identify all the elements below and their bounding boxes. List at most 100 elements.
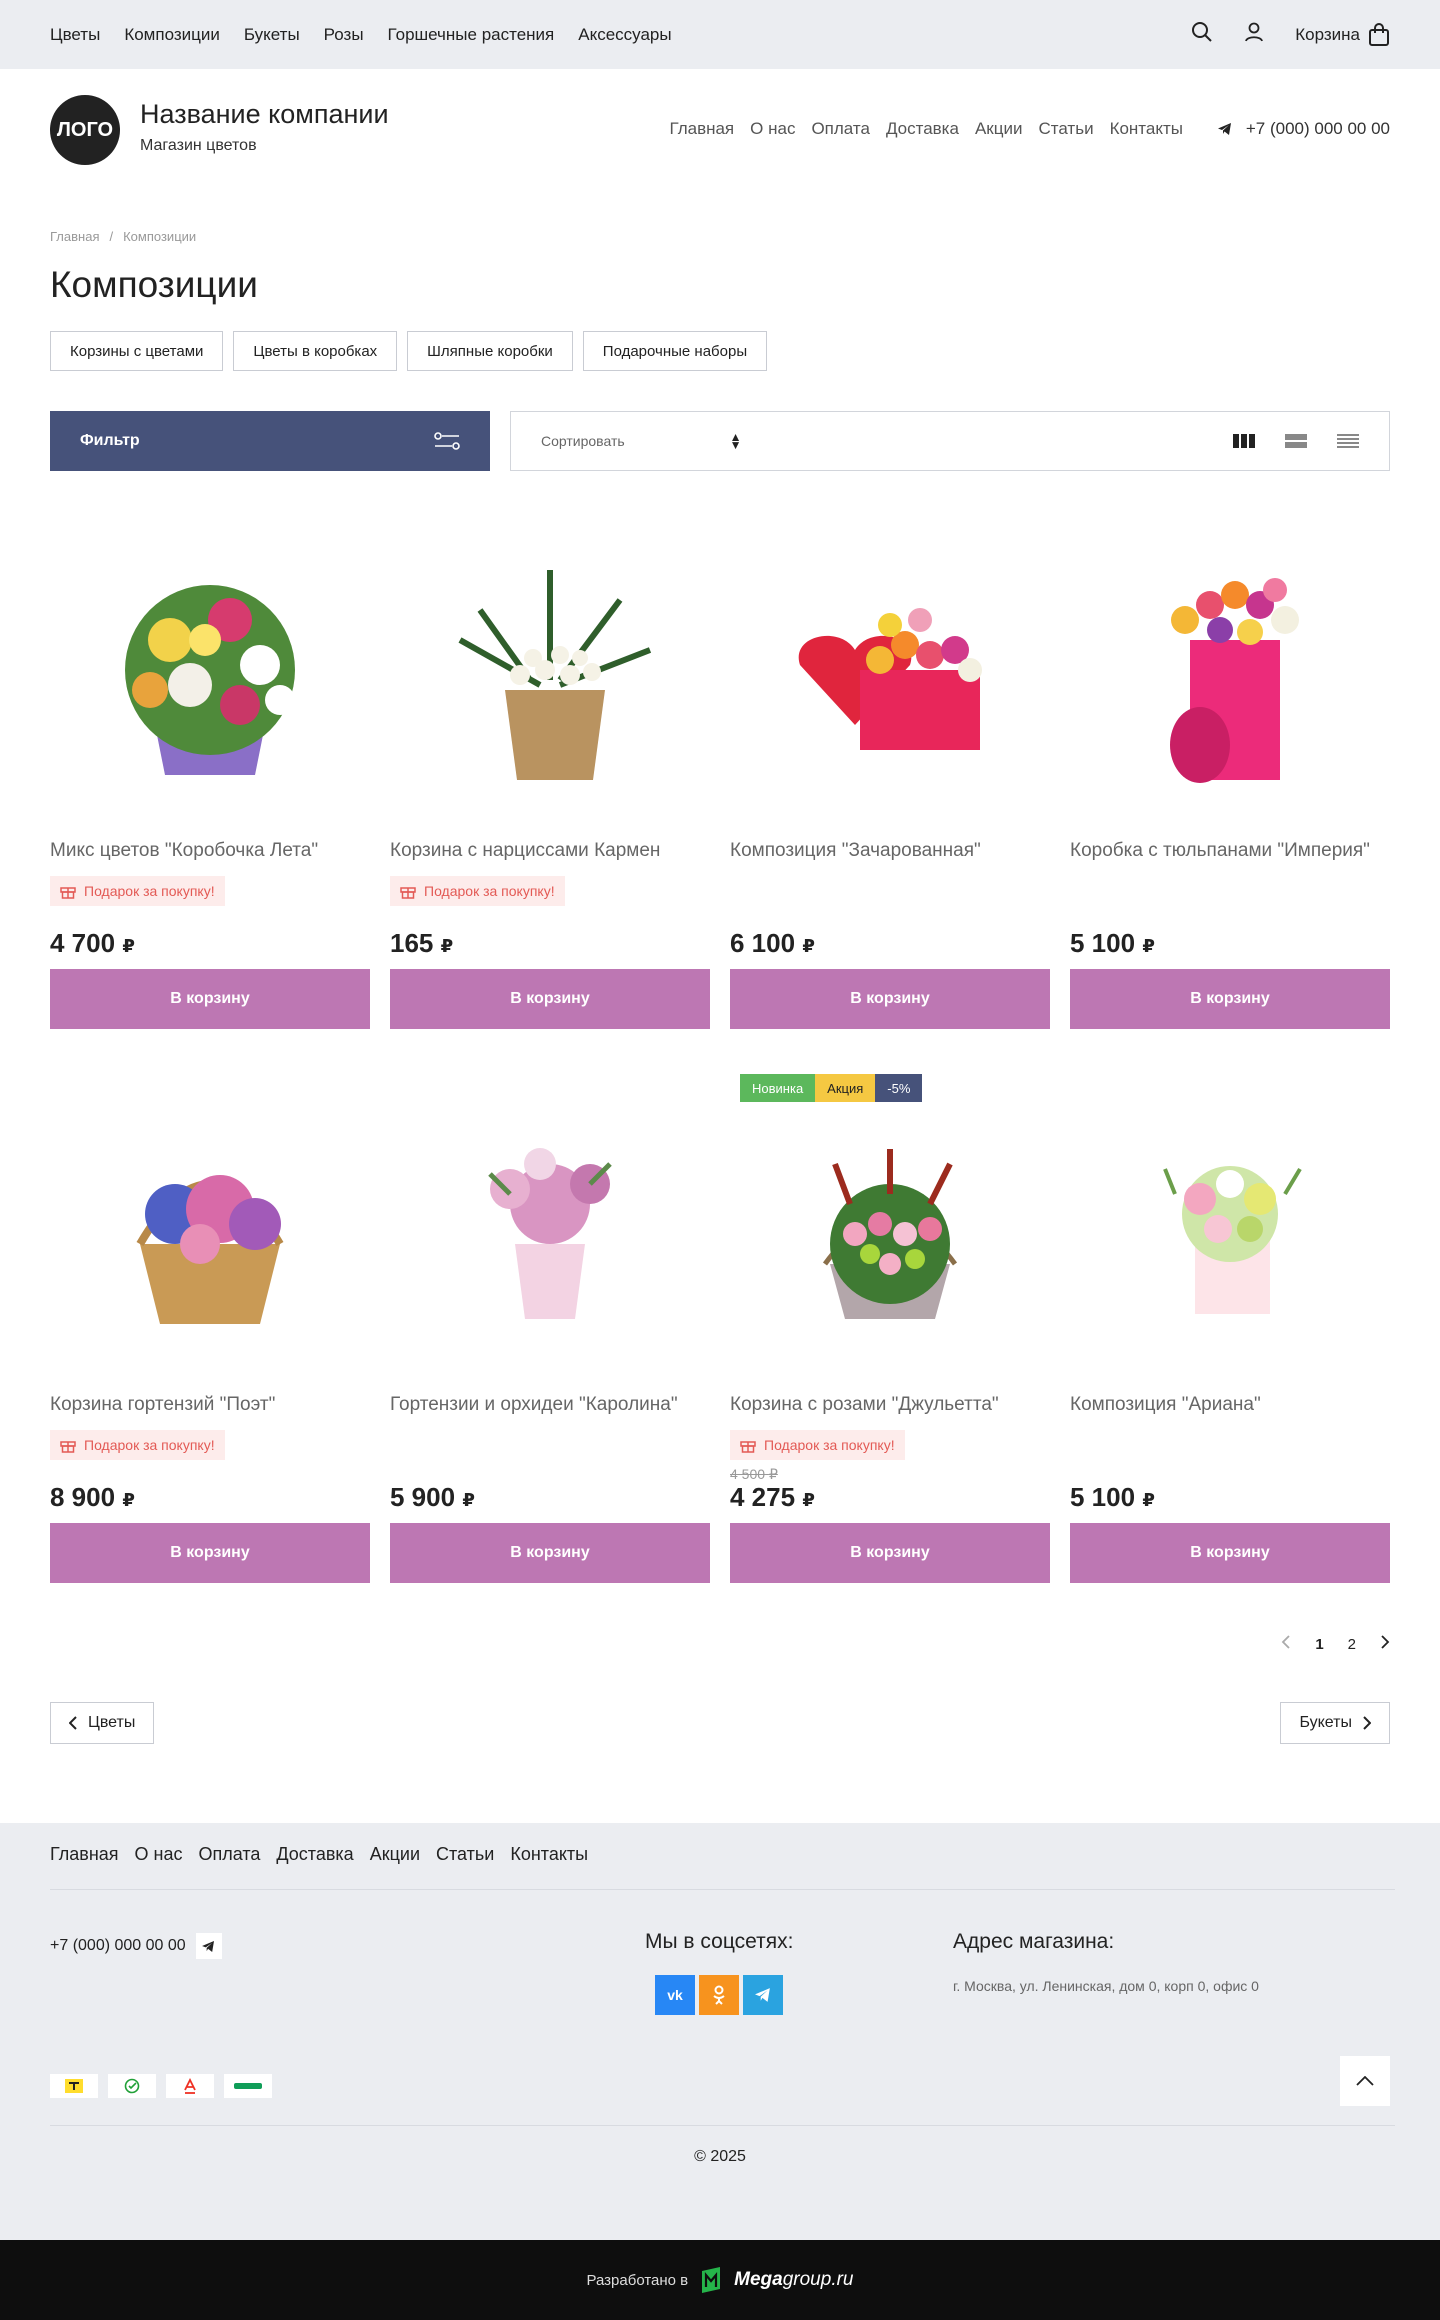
add-to-cart-button[interactable]: В корзину bbox=[1070, 1523, 1390, 1583]
category-link[interactable]: Цветы bbox=[50, 25, 100, 45]
nav-link[interactable]: Доставка bbox=[886, 119, 959, 139]
product-name[interactable]: Коробка с тюльпанами "Империя" bbox=[1070, 840, 1390, 864]
footer-nav-link[interactable]: О нас bbox=[135, 1844, 183, 1865]
page-link[interactable]: 2 bbox=[1348, 1636, 1356, 1653]
product-name[interactable]: Микс цветов "Коробочка Лета" bbox=[50, 840, 370, 864]
telegram-icon[interactable] bbox=[1217, 123, 1232, 135]
product-name[interactable]: Гортензии и орхидеи "Каролина" bbox=[390, 1394, 710, 1418]
subcategory-chip[interactable]: Цветы в коробках bbox=[233, 331, 398, 371]
vk-icon[interactable]: vk bbox=[655, 1975, 695, 2015]
grid-view-icon[interactable] bbox=[1233, 434, 1255, 448]
nav-link[interactable]: Акции bbox=[975, 119, 1023, 139]
phone-number[interactable]: +7 (000) 000 00 00 bbox=[1246, 119, 1390, 139]
product-image[interactable] bbox=[390, 520, 710, 820]
subcategory-chip[interactable]: Подарочные наборы bbox=[582, 331, 768, 371]
price-value: 165 bbox=[390, 928, 434, 958]
category-link[interactable]: Композиции bbox=[124, 25, 220, 45]
nav-link[interactable]: Контакты bbox=[1110, 119, 1183, 139]
product-image[interactable] bbox=[730, 520, 1050, 820]
prev-category-button[interactable]: Цветы bbox=[50, 1702, 155, 1744]
currency-symbol: ₽ bbox=[462, 1490, 475, 1510]
top-bar: Цветы Композиции Букеты Розы Горшечные р… bbox=[0, 0, 1440, 69]
add-to-cart-button[interactable]: В корзину bbox=[50, 1523, 370, 1583]
next-category-button[interactable]: Букеты bbox=[1280, 1702, 1390, 1744]
product-name[interactable]: Корзина гортензий "Поэт" bbox=[50, 1394, 370, 1418]
address-title: Адрес магазина: bbox=[953, 1930, 1115, 1953]
filter-button[interactable]: Фильтр bbox=[50, 411, 490, 471]
developer-brand[interactable]: Megagroup.ru bbox=[734, 2269, 853, 2291]
footer-nav-link[interactable]: Статьи bbox=[436, 1844, 494, 1865]
developer-bar: Разработано в Megagroup.ru bbox=[0, 2240, 1440, 2320]
footer-nav-link[interactable]: Главная bbox=[50, 1844, 119, 1865]
product-name[interactable]: Корзина с нарциссами Кармен bbox=[390, 840, 710, 864]
category-link[interactable]: Горшечные растения bbox=[388, 25, 555, 45]
sort-bar: Сортировать ▲ ▼ bbox=[510, 411, 1390, 471]
logo[interactable]: ЛОГО bbox=[50, 95, 120, 165]
subcategory-chip[interactable]: Корзины с цветами bbox=[50, 331, 224, 371]
add-to-cart-button[interactable]: В корзину bbox=[730, 1523, 1050, 1583]
compact-view-icon[interactable] bbox=[1337, 434, 1359, 448]
megagroup-logo-icon[interactable] bbox=[698, 2265, 724, 2295]
company-tagline: Магазин цветов bbox=[140, 137, 257, 154]
scroll-to-top-button[interactable] bbox=[1340, 2056, 1390, 2106]
subcategory-chip[interactable]: Шляпные коробки bbox=[407, 331, 573, 371]
cart-button[interactable]: Корзина bbox=[1295, 22, 1390, 47]
user-icon[interactable] bbox=[1243, 21, 1265, 48]
breadcrumb-home[interactable]: Главная bbox=[50, 229, 99, 244]
product-name[interactable]: Корзина с розами "Джульетта" bbox=[730, 1394, 1050, 1418]
product-image[interactable] bbox=[1070, 520, 1390, 820]
product-card: Корзина с нарциссами Кармен Подарок за п… bbox=[390, 520, 710, 1029]
add-to-cart-button[interactable]: В корзину bbox=[390, 969, 710, 1029]
currency-symbol: ₽ bbox=[122, 1490, 135, 1510]
gift-text: Подарок за покупку! bbox=[84, 883, 215, 899]
product-image[interactable] bbox=[390, 1074, 710, 1374]
footer-nav-link[interactable]: Оплата bbox=[198, 1844, 260, 1865]
add-to-cart-button[interactable]: В корзину bbox=[50, 969, 370, 1029]
search-icon[interactable] bbox=[1191, 21, 1213, 48]
gift-icon bbox=[60, 887, 76, 899]
sliders-icon bbox=[434, 432, 460, 450]
product-name[interactable]: Композиция "Зачарованная" bbox=[730, 840, 1050, 864]
category-link[interactable]: Аксессуары bbox=[578, 25, 671, 45]
footer-nav-link[interactable]: Акции bbox=[370, 1844, 420, 1865]
telegram-icon[interactable] bbox=[195, 1933, 222, 1959]
sort-arrows-icon[interactable]: ▲ ▼ bbox=[730, 431, 742, 451]
product-name[interactable]: Композиция "Ариана" bbox=[1070, 1394, 1390, 1418]
add-to-cart-button[interactable]: В корзину bbox=[1070, 969, 1390, 1029]
product-image[interactable] bbox=[50, 1074, 370, 1374]
add-to-cart-button[interactable]: В корзину bbox=[730, 969, 1050, 1029]
cart-label: Корзина bbox=[1295, 24, 1360, 44]
category-link[interactable]: Букеты bbox=[244, 25, 300, 45]
footer bbox=[0, 1823, 1440, 2240]
page-link-current[interactable]: 1 bbox=[1315, 1636, 1323, 1653]
product-card: Корзина гортензий "Поэт" Подарок за поку… bbox=[50, 1074, 370, 1583]
nav-link[interactable]: Статьи bbox=[1038, 119, 1093, 139]
nav-link[interactable]: Оплата bbox=[811, 119, 869, 139]
prev-page-icon[interactable] bbox=[1281, 1635, 1291, 1653]
footer-nav-link[interactable]: Доставка bbox=[276, 1844, 353, 1865]
list-view-icon[interactable] bbox=[1285, 434, 1307, 448]
product-image[interactable] bbox=[1070, 1074, 1390, 1374]
next-page-icon[interactable] bbox=[1380, 1635, 1390, 1653]
telegram-social-icon[interactable] bbox=[743, 1975, 783, 2015]
header-phone[interactable]: +7 (000) 000 00 00 bbox=[1217, 119, 1390, 139]
odnoklassniki-icon[interactable] bbox=[699, 1975, 739, 2015]
product-image[interactable] bbox=[730, 1074, 1050, 1374]
footer-nav: Главная О нас Оплата Доставка Акции Стат… bbox=[50, 1844, 588, 1865]
breadcrumb: Главная / Композиции bbox=[50, 229, 196, 244]
subcategory-list: Корзины с цветами Цветы в коробках Шляпн… bbox=[50, 331, 768, 371]
social-links: vk bbox=[655, 1975, 783, 2015]
page-title: Композиции bbox=[50, 264, 258, 305]
nav-link[interactable]: Главная bbox=[669, 119, 734, 139]
category-link[interactable]: Розы bbox=[324, 25, 364, 45]
product-price: 165 ₽ bbox=[390, 928, 710, 959]
nav-link[interactable]: О нас bbox=[750, 119, 795, 139]
shopping-bag-icon bbox=[1369, 22, 1389, 46]
product-image[interactable] bbox=[50, 520, 370, 820]
footer-phone-number[interactable]: +7 (000) 000 00 00 bbox=[50, 1937, 186, 1955]
footer-nav-link[interactable]: Контакты bbox=[510, 1844, 588, 1865]
product-card: Коробка с тюльпанами "Империя" 5 100 ₽ В… bbox=[1070, 520, 1390, 1029]
add-to-cart-button[interactable]: В корзину bbox=[390, 1523, 710, 1583]
old-price-value: 4 500 bbox=[730, 1466, 766, 1482]
sort-select[interactable]: Сортировать bbox=[541, 433, 625, 449]
